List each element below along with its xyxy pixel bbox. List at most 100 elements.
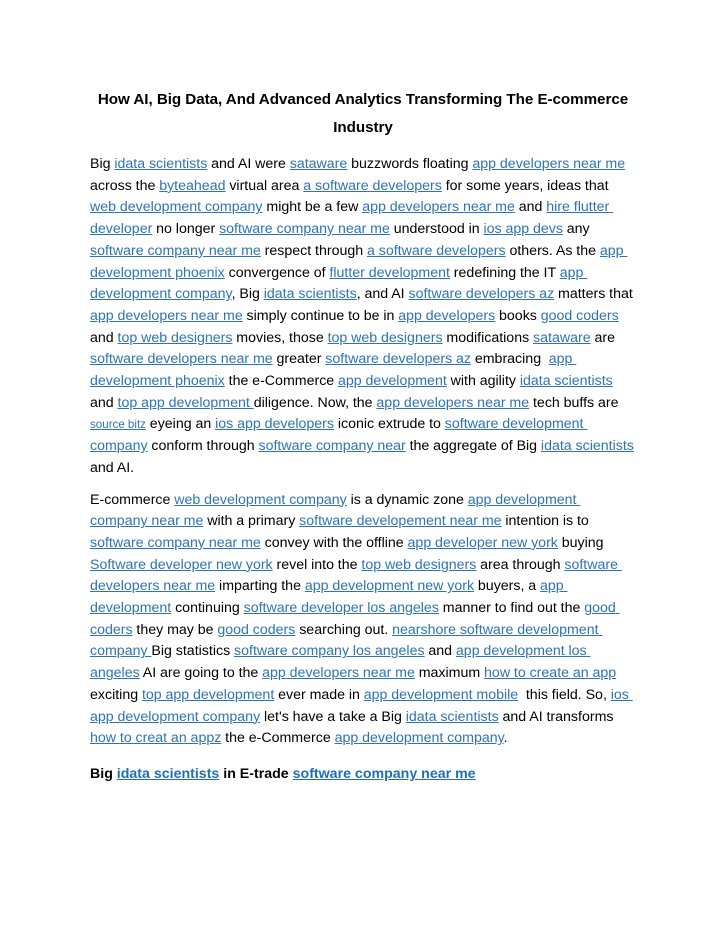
inline-link[interactable]: app development new york: [305, 578, 474, 594]
inline-link[interactable]: good coders: [541, 308, 619, 324]
inline-link[interactable]: app developers near me: [90, 308, 243, 324]
inline-link[interactable]: app developers near me: [262, 665, 415, 681]
inline-text: redefining the IT: [449, 264, 560, 281]
body-paragraph-2: E-commerce web development company is a …: [90, 490, 636, 750]
inline-link[interactable]: idata scientists: [264, 286, 357, 302]
inline-text: is a dynamic zone: [346, 491, 468, 508]
inline-text: no longer: [152, 221, 220, 238]
inline-text: simply continue to be in: [242, 307, 399, 324]
inline-link[interactable]: app developers: [398, 308, 495, 324]
body-paragraph-1: Big idata scientists and AI were satawar…: [90, 154, 636, 480]
inline-text: intention is to: [501, 513, 593, 530]
inline-link[interactable]: sataware: [290, 156, 348, 172]
inline-link[interactable]: software company los angeles: [234, 643, 425, 659]
inline-link[interactable]: sataware: [533, 330, 591, 346]
inline-link[interactable]: top app development: [118, 395, 254, 411]
inline-link[interactable]: Software developer new york: [90, 557, 273, 573]
inline-link[interactable]: idata scientists: [520, 373, 613, 389]
inline-text: and AI transforms: [498, 708, 622, 725]
inline-link[interactable]: idata scientists: [541, 438, 634, 454]
inline-text: tech buffs are: [529, 394, 623, 411]
inline-link[interactable]: app developer new york: [408, 535, 558, 551]
inline-text: for some years, ideas that: [441, 177, 613, 194]
inline-link[interactable]: idata scientists: [406, 709, 499, 725]
inline-text: are: [590, 329, 619, 346]
inline-text: movies, those: [232, 329, 328, 346]
document-page: How AI, Big Data, And Advanced Analytics…: [0, 0, 720, 931]
inline-link[interactable]: top web designers: [328, 330, 443, 346]
section-subheading: Big idata scientists in E-trade software…: [90, 764, 636, 786]
inline-link[interactable]: app developers near me: [362, 199, 515, 215]
inline-text: manner to find out the: [438, 600, 585, 617]
inline-link[interactable]: software developers az: [325, 351, 471, 367]
inline-text: AI are going to the: [139, 665, 263, 682]
inline-link[interactable]: flutter development: [329, 265, 450, 281]
inline-text: this field. So,: [518, 686, 611, 703]
inline-text: books: [495, 307, 541, 324]
inline-link[interactable]: software developer los angeles: [244, 600, 439, 616]
inline-text: with agility: [446, 373, 520, 390]
inline-link[interactable]: web development company: [174, 492, 347, 508]
inline-link[interactable]: app development company: [335, 730, 504, 746]
inline-text: maximum: [414, 665, 485, 682]
inline-text: .: [503, 730, 508, 747]
inline-text: embracing: [471, 351, 549, 368]
inline-text: they may be: [132, 621, 218, 638]
inline-link[interactable]: byteahead: [159, 178, 225, 194]
inline-link[interactable]: how to create an app: [484, 665, 616, 681]
inline-text: buying: [557, 534, 608, 551]
inline-link[interactable]: software company near: [258, 438, 405, 454]
inline-text: area through: [476, 556, 565, 573]
inline-text: matters that: [554, 286, 637, 303]
inline-text: Big: [90, 156, 115, 172]
page-title: How AI, Big Data, And Advanced Analytics…: [97, 91, 629, 136]
inline-link[interactable]: app developers near me: [472, 156, 625, 172]
inline-link[interactable]: app development mobile: [364, 687, 518, 703]
inline-text: virtual area: [225, 177, 304, 194]
inline-text: eyeing an: [145, 416, 216, 433]
inline-link[interactable]: software company near me: [293, 766, 476, 782]
inline-text: let's have a take a Big: [260, 708, 406, 725]
inline-link[interactable]: software developement near me: [299, 513, 501, 529]
inline-text: any: [562, 221, 594, 238]
inline-link[interactable]: app developers near me: [376, 395, 529, 411]
inline-text: modifications: [442, 329, 534, 346]
inline-link[interactable]: web development company: [90, 199, 263, 215]
inline-text: respect through: [260, 242, 367, 259]
inline-link[interactable]: top web designers: [118, 330, 233, 346]
inline-link[interactable]: software developers near me: [90, 351, 273, 367]
inline-text: diligence. Now, the: [253, 394, 377, 411]
inline-text: imparting the: [215, 578, 305, 595]
inline-text: E-commerce: [90, 491, 175, 508]
inline-link[interactable]: a software developers: [303, 178, 442, 194]
inline-text: buzzwords floating: [347, 156, 473, 172]
inline-link[interactable]: source bitz: [90, 418, 146, 431]
inline-link[interactable]: software company near me: [219, 221, 390, 237]
inline-text: , Big: [231, 286, 264, 303]
inline-link[interactable]: software company near me: [90, 243, 261, 259]
inline-text: and: [514, 199, 547, 216]
inline-text: might be a few: [262, 199, 363, 216]
inline-link[interactable]: how to creat an appz: [90, 730, 221, 746]
inline-text: understood in: [389, 221, 484, 238]
inline-text: the e-Commerce: [224, 373, 339, 390]
inline-text: and AI were: [207, 156, 290, 172]
inline-link[interactable]: top app development: [142, 687, 274, 703]
inline-text: iconic extrude to: [334, 416, 445, 433]
inline-link[interactable]: software company near me: [90, 535, 261, 551]
inline-link[interactable]: good coders: [217, 622, 295, 638]
inline-text: others. As the: [505, 242, 600, 259]
inline-link[interactable]: idata scientists: [114, 156, 207, 172]
inline-link[interactable]: software developers az: [408, 286, 554, 302]
inline-text: Big statistics: [151, 643, 235, 660]
inline-link[interactable]: ios app devs: [483, 221, 562, 237]
inline-link[interactable]: ios app developers: [215, 416, 334, 432]
inline-text: buyers, a: [474, 578, 541, 595]
inline-text: ever made in: [274, 686, 364, 703]
inline-link[interactable]: a software developers: [367, 243, 506, 259]
inline-link[interactable]: top web designers: [361, 557, 476, 573]
inline-link[interactable]: idata scientists: [117, 766, 220, 782]
inline-text: , and AI: [356, 286, 409, 303]
inline-text: revel into the: [272, 556, 362, 573]
inline-link[interactable]: app development: [338, 373, 447, 389]
